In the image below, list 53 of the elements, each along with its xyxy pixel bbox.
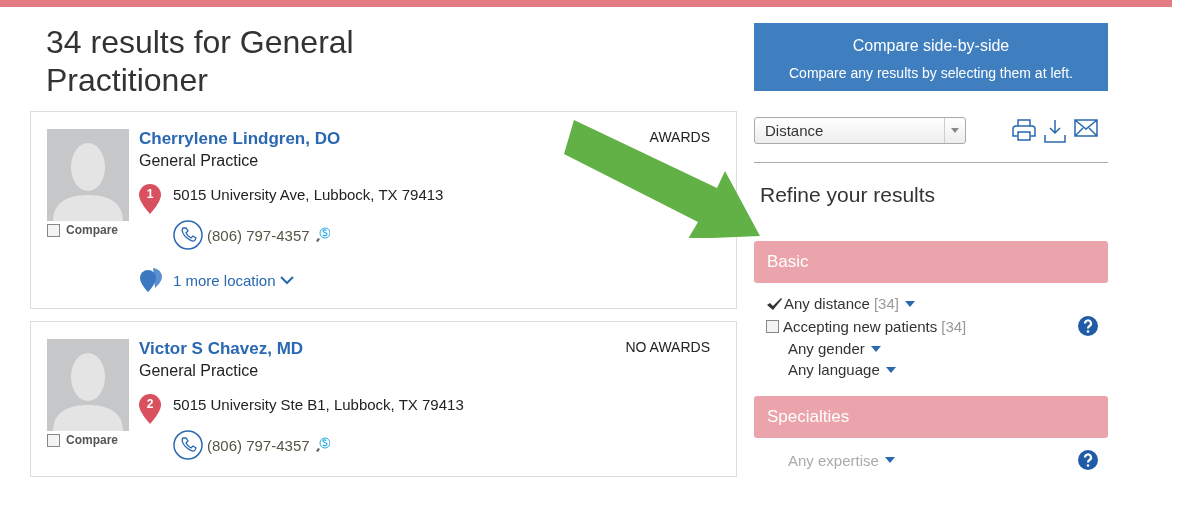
caret-icon [884,457,895,463]
compare-checkbox[interactable] [47,433,60,447]
filter-label[interactable]: Any language [788,361,880,378]
compare-subtitle: Compare any results by selecting them at left. [788,65,1074,81]
print-icon[interactable] [1012,118,1036,141]
filter-row[interactable]: Any distance [34] [766,295,1108,312]
download-icon[interactable] [1044,118,1066,143]
map-pin-icon [139,184,161,214]
caret-icon [904,300,915,307]
email-icon[interactable] [1074,118,1098,137]
specialty-text: General Practice [139,362,260,380]
filter-row[interactable]: Any gender [766,340,1108,357]
phone-icon[interactable] [173,430,203,460]
help-icon[interactable] [1078,316,1098,336]
phone-number: (806) 797-4357 [207,436,310,454]
address-text: 5015 University Ave, Lubbock, TX 79413 [173,186,444,205]
filter-row[interactable]: Any language [766,361,1108,378]
skype-icon[interactable] [313,227,330,243]
compare-title: Compare side-by-side [851,37,1011,55]
filter-count: [34] [941,317,967,335]
awards-label: AWARDS [649,129,710,147]
more-locations-link[interactable]: 1 more location [173,271,294,289]
doctor-name-link[interactable]: Victor S Chavez, MD [139,339,304,359]
dropdown-arrow-icon [951,128,959,133]
filter-label[interactable]: Any gender [788,340,865,357]
phone-number: (806) 797-4357 [207,226,310,244]
arrow-icon [562,118,762,238]
caret-icon [870,345,881,352]
doctor-name-link[interactable]: Cherrylene Lindgren, DO [139,129,341,149]
specialty-text: General Practice [139,152,260,170]
pin-number: 1 [145,187,155,201]
filter-count: [34] [873,295,899,312]
checkmark-icon[interactable] [766,296,782,311]
filter-label[interactable]: Accepting new patients [783,317,938,335]
sort-select[interactable]: Distance [754,117,966,144]
results-heading: 34 results for General Practitioner [46,23,355,99]
address-text: 5015 University Ste B1, Lubbock, TX 79413 [173,396,464,415]
caret-icon [885,366,896,373]
compare-panel[interactable]: Compare side-by-side Compare any results by selecting them at left. [754,23,1108,91]
filter-row[interactable]: Accepting new patients [34] [766,316,1108,336]
checkbox[interactable] [766,319,779,333]
compare-label: Compare [66,433,118,447]
map-pin-icon [139,394,161,424]
awards-label: NO AWARDS [625,339,710,357]
compare-label: Compare [66,223,118,237]
compare-checkbox[interactable] [47,223,60,237]
skype-icon[interactable] [313,437,330,453]
locations-icon [139,268,163,292]
chevron-down-icon [279,275,294,285]
filter-label[interactable]: Any distance [784,295,870,312]
refine-heading: Refine your results [760,183,937,207]
pin-number: 2 [145,397,155,411]
phone-icon[interactable] [173,220,203,250]
